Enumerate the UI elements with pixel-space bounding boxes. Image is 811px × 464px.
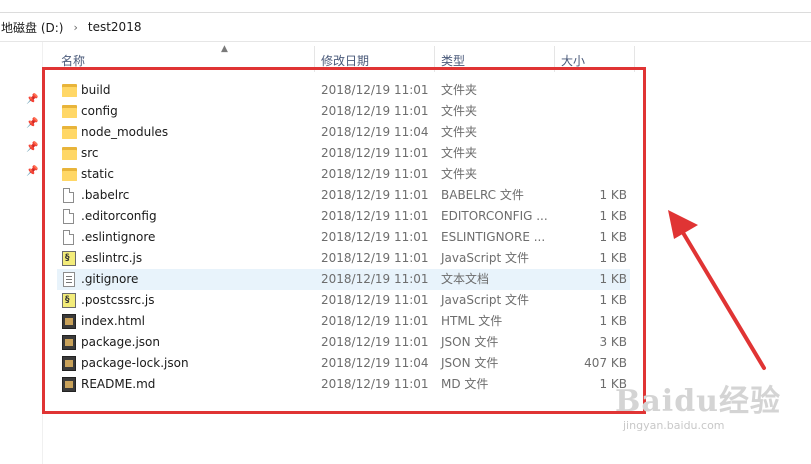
watermark-brand: Baidu经验: [615, 384, 781, 419]
pin-icon[interactable]: 📌: [26, 143, 38, 153]
watermark-url: jingyan.baidu.com: [623, 419, 725, 432]
annotation-arrow: [668, 210, 766, 370]
pin-icon[interactable]: 📌: [26, 95, 38, 105]
address-bar[interactable]: 地磁盘 (D:) › test2018: [0, 12, 811, 42]
annotation-highlight-box: [42, 67, 646, 414]
pin-icon[interactable]: 📌: [26, 167, 38, 177]
breadcrumb-drive[interactable]: 地磁盘 (D:): [0, 19, 63, 36]
pin-icon[interactable]: 📌: [26, 119, 38, 129]
breadcrumb-folder[interactable]: test2018: [88, 20, 142, 34]
navigation-pane: 📌 📌 📌 📌: [0, 42, 43, 464]
sort-ascending-icon: ▲: [221, 44, 228, 54]
chevron-right-icon[interactable]: ›: [73, 21, 77, 34]
watermark: Baidu经验 jingyan.baidu.com: [615, 385, 781, 433]
